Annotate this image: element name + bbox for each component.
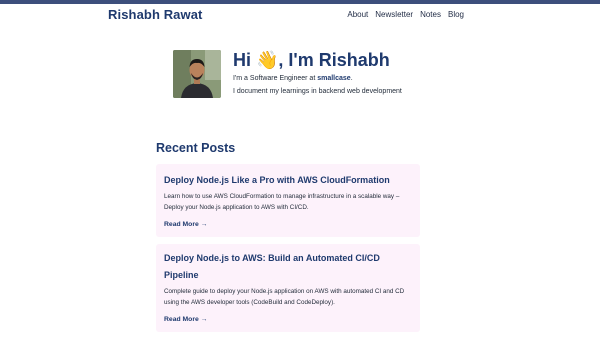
nav-blog[interactable]: Blog [448,10,464,19]
main-nav: About Newsletter Notes Blog [347,10,464,19]
intro-prefix: I'm a Software Engineer at [233,75,318,82]
hero-tagline: I document my learnings in backend web d… [233,88,402,95]
read-more-link[interactable]: Read More → [164,221,207,228]
intro-suffix: . [350,75,353,82]
post-title[interactable]: Deploy Node.js to AWS: Build an Automate… [164,250,412,284]
read-more-link[interactable]: Read More → [164,316,207,323]
nav-notes[interactable]: Notes [420,10,441,19]
top-accent-bar [0,0,600,4]
post-title[interactable]: Deploy Node.js Like a Pro with AWS Cloud… [164,172,412,189]
recent-posts-heading: Recent Posts [156,141,236,155]
profile-photo [173,50,221,98]
site-title[interactable]: Rishabh Rawat [108,7,202,22]
nav-newsletter[interactable]: Newsletter [375,10,413,19]
hero-intro: I'm a Software Engineer at smallcase. [233,75,353,82]
post-description: Complete guide to deploy your Node.js ap… [164,288,405,306]
post-card: Deploy Node.js to AWS: Build an Automate… [156,244,420,332]
post-description: Learn how to use AWS CloudFormation to m… [164,193,400,211]
hero-greeting: Hi 👋, I'm Rishabh [233,50,390,70]
company-link[interactable]: smallcase [317,75,350,82]
nav-about[interactable]: About [347,10,368,19]
post-card: Deploy Node.js Like a Pro with AWS Cloud… [156,164,420,237]
